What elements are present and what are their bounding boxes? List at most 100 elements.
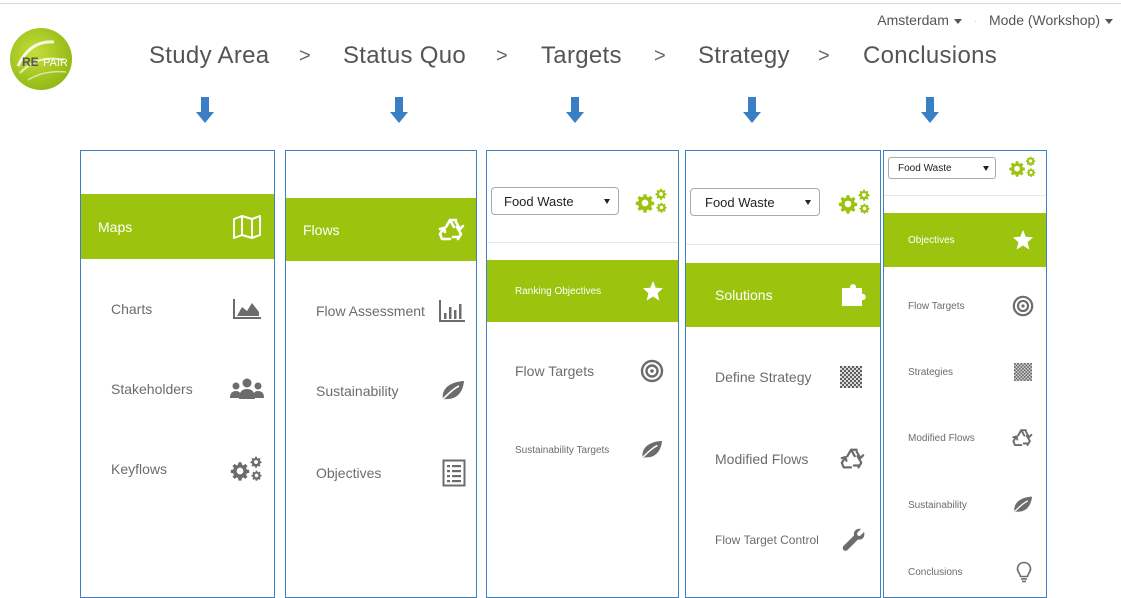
nav-item-label: Stakeholders	[111, 380, 193, 397]
arrow-down-icon	[743, 97, 761, 123]
city-dropdown[interactable]: Amsterdam	[877, 12, 962, 28]
step-targets[interactable]: Targets	[541, 42, 622, 70]
nav-item-label: Objectives	[316, 464, 382, 481]
mode-dropdown-label: Mode (Workshop)	[988, 12, 1100, 28]
gears-icon[interactable]	[838, 189, 872, 215]
area-chart-icon	[233, 298, 261, 319]
list-icon	[442, 459, 466, 486]
nav-item-label: Conclusions	[908, 566, 963, 578]
targets-panel: Food Waste Ranking Objectives Flow Targe…	[486, 150, 679, 598]
wrench-icon	[842, 528, 865, 551]
nav-item-label: Flow Targets	[515, 363, 595, 379]
divider	[884, 195, 1046, 196]
arrow-down-icon	[196, 97, 214, 123]
nav-item-ranking-objectives[interactable]: Ranking Objectives	[487, 260, 678, 322]
top-border	[0, 3, 1121, 4]
study-area-panel: Maps Charts Stakeholders Keyflows	[80, 150, 275, 598]
nav-item-modified-flows[interactable]: Modified Flows	[686, 427, 880, 491]
nav-item-solutions[interactable]: Solutions	[686, 263, 880, 327]
gears-icon	[230, 456, 262, 481]
nav-item-label: Flow Target Control	[715, 533, 819, 547]
status-quo-panel: Flows Flow Assessment Sustainability Obj…	[285, 150, 477, 598]
top-right-controls: Amsterdam · Mode (Workshop)	[877, 12, 1113, 28]
nav-item-conclusions[interactable]: Conclusions	[884, 545, 1046, 597]
leaf-icon	[639, 440, 662, 461]
nav-item-label: Sustainability	[316, 382, 399, 399]
star-icon	[1012, 229, 1034, 250]
mode-dropdown[interactable]: Mode (Workshop)	[989, 12, 1113, 28]
step-separator: >	[496, 45, 508, 67]
keyflow-select-value: Food Waste	[898, 162, 952, 174]
caret-down-icon	[1105, 18, 1113, 24]
gears-icon[interactable]	[1008, 156, 1038, 178]
svg-text:RE: RE	[22, 55, 39, 69]
nav-item-maps[interactable]: Maps	[81, 194, 274, 259]
nav-item-flow-targets[interactable]: Flow Targets	[884, 279, 1046, 333]
divider	[487, 242, 678, 243]
keyflow-select-value: Food Waste	[705, 194, 775, 210]
arrow-down-icon	[566, 97, 584, 123]
nav-item-flow-target-control[interactable]: Flow Target Control	[686, 508, 880, 572]
step-separator: >	[818, 45, 830, 67]
nav-item-flow-assessment[interactable]: Flow Assessment	[286, 279, 476, 342]
nav-item-sustainability[interactable]: Sustainability	[286, 359, 476, 422]
bar-chart-icon	[439, 299, 465, 322]
nav-item-flows[interactable]: Flows	[286, 198, 476, 261]
nav-item-label: Keyflows	[111, 460, 168, 477]
city-dropdown-label: Amsterdam	[877, 12, 949, 28]
target-icon	[640, 359, 664, 383]
target-icon	[1012, 295, 1034, 317]
keyflow-select[interactable]: Food Waste	[491, 187, 619, 215]
nav-item-sustainability-targets[interactable]: Sustainability Targets	[487, 419, 678, 481]
step-separator: >	[654, 45, 666, 67]
nav-item-strategies[interactable]: Strategies	[884, 345, 1046, 399]
recycle-icon	[840, 448, 865, 469]
nav-item-sustainability[interactable]: Sustainability	[884, 478, 1046, 532]
keyflow-select[interactable]: Food Waste	[888, 157, 996, 179]
arrow-down-icon	[390, 97, 408, 123]
leaf-icon	[439, 380, 464, 403]
nav-item-label: Sustainability	[908, 499, 967, 511]
users-icon	[230, 378, 264, 399]
divider	[686, 244, 880, 245]
nav-item-label: Modified Flows	[715, 451, 809, 467]
recycle-icon	[1012, 429, 1033, 447]
step-conclusions[interactable]: Conclusions	[863, 42, 997, 70]
star-icon	[642, 280, 664, 301]
nav-item-keyflows[interactable]: Keyflows	[81, 436, 274, 501]
caret-down-icon	[805, 199, 811, 205]
nav-item-label: Objectives	[908, 234, 955, 246]
map-icon	[233, 214, 261, 239]
nav-item-stakeholders[interactable]: Stakeholders	[81, 356, 274, 421]
nav-item-label: Charts	[111, 300, 153, 317]
nav-item-define-strategy[interactable]: Define Strategy	[686, 345, 880, 409]
recycle-icon	[438, 218, 465, 240]
nav-item-label: Define Strategy	[715, 369, 812, 385]
checker-icon	[840, 366, 862, 388]
nav-item-label: Sustainability Targets	[515, 444, 610, 456]
svg-text:PAIR: PAIR	[43, 57, 68, 69]
step-status-quo[interactable]: Status Quo	[343, 42, 466, 70]
checker-icon	[1014, 363, 1032, 381]
leaf-icon	[1011, 496, 1032, 515]
conclusions-panel: Food Waste Objectives Flow Targets Strat…	[883, 150, 1047, 598]
nav-item-label: Maps	[98, 218, 133, 235]
step-strategy[interactable]: Strategy	[698, 42, 790, 70]
nav-item-label: Flows	[303, 221, 340, 238]
keyflow-select[interactable]: Food Waste	[690, 188, 820, 216]
nav-item-objectives[interactable]: Objectives	[884, 213, 1046, 267]
caret-down-icon	[604, 198, 610, 204]
puzzle-icon	[842, 284, 866, 306]
nav-item-flow-targets[interactable]: Flow Targets	[487, 340, 678, 402]
step-study-area[interactable]: Study Area	[149, 42, 269, 70]
nav-item-modified-flows[interactable]: Modified Flows	[884, 411, 1046, 465]
caret-down-icon	[983, 165, 989, 171]
gears-icon[interactable]	[635, 188, 669, 214]
arrow-down-icon	[921, 97, 939, 123]
nav-item-label: Ranking Objectives	[515, 285, 602, 297]
separator-dot: ·	[973, 15, 978, 27]
nav-item-charts[interactable]: Charts	[81, 276, 274, 341]
nav-item-objectives[interactable]: Objectives	[286, 441, 476, 504]
nav-item-label: Modified Flows	[908, 432, 975, 444]
repair-logo: RE PAIR	[10, 28, 72, 90]
